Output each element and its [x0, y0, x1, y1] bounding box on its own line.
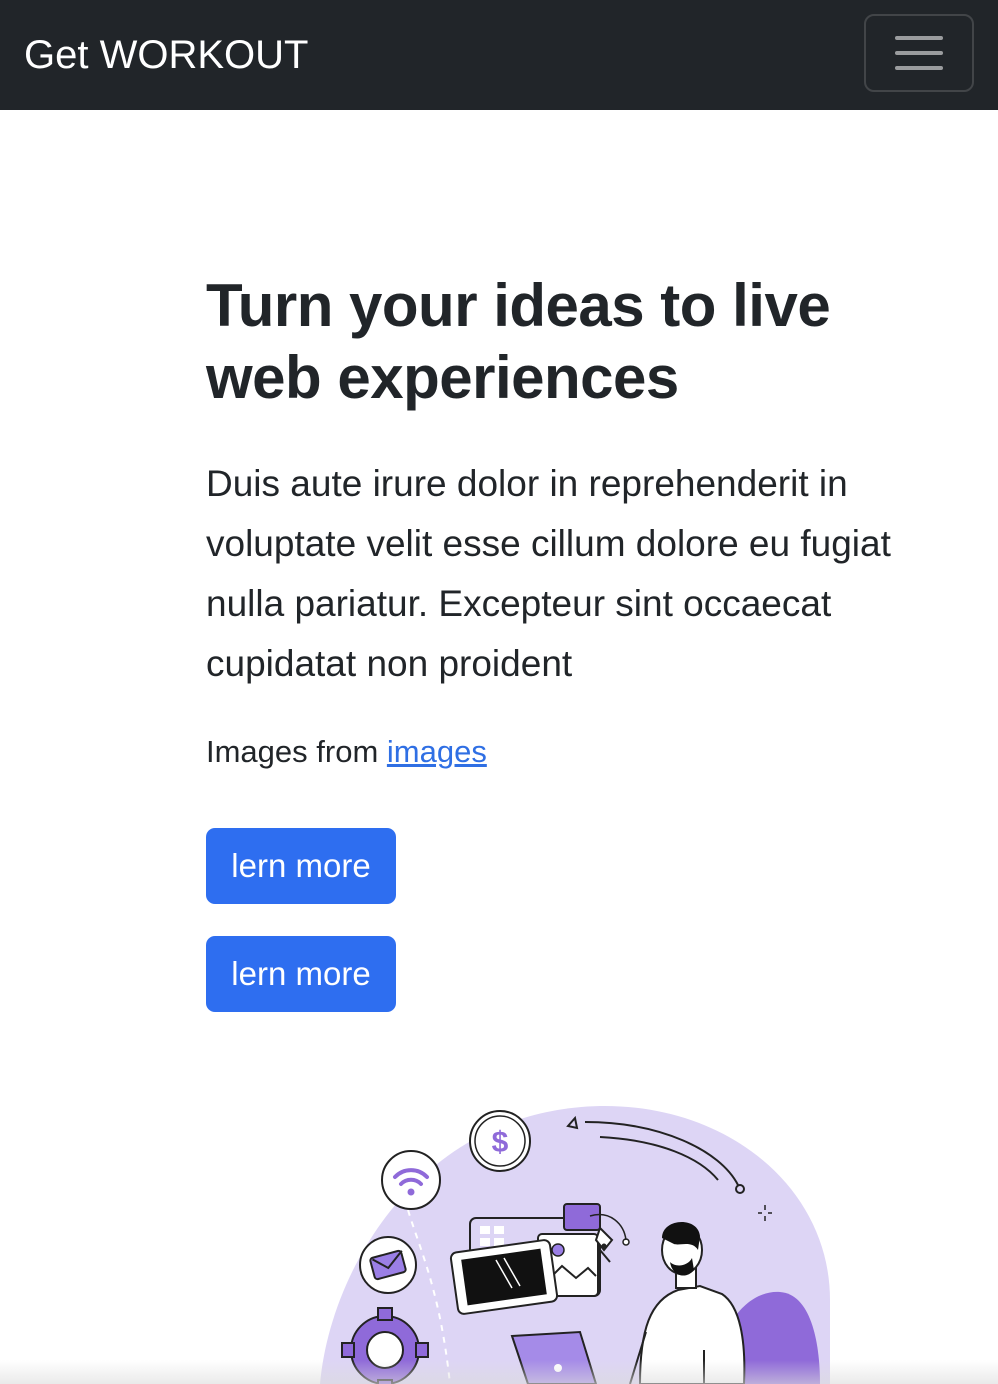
tablet-icon: [449, 1239, 559, 1315]
hero-lead-text: Duis aute irure dolor in reprehenderit i…: [206, 463, 891, 684]
mail-icon: [359, 1236, 417, 1294]
hero-title: Turn your ideas to live web experiences: [206, 272, 831, 411]
top-navbar: Get WORKOUT: [0, 0, 998, 110]
image-credit: Images from images: [206, 732, 956, 772]
learn-more-button-1[interactable]: lern more: [206, 828, 396, 904]
images-link[interactable]: images: [387, 734, 487, 769]
dollar-icon: $: [469, 1110, 531, 1172]
wifi-icon: [381, 1150, 441, 1210]
image-credit-prefix: Images from: [206, 734, 387, 769]
navbar-brand[interactable]: Get WORKOUT: [24, 31, 308, 79]
navbar-toggler-button[interactable]: [864, 14, 974, 92]
svg-text:$: $: [492, 1126, 509, 1159]
hero-illustration: $: [300, 1100, 860, 1384]
laptop-icon: [510, 1330, 598, 1384]
hero-section: Turn your ideas to live web experiences …: [206, 270, 956, 772]
hamburger-menu-icon: [895, 34, 943, 72]
learn-more-button-2[interactable]: lern more: [206, 936, 396, 1012]
